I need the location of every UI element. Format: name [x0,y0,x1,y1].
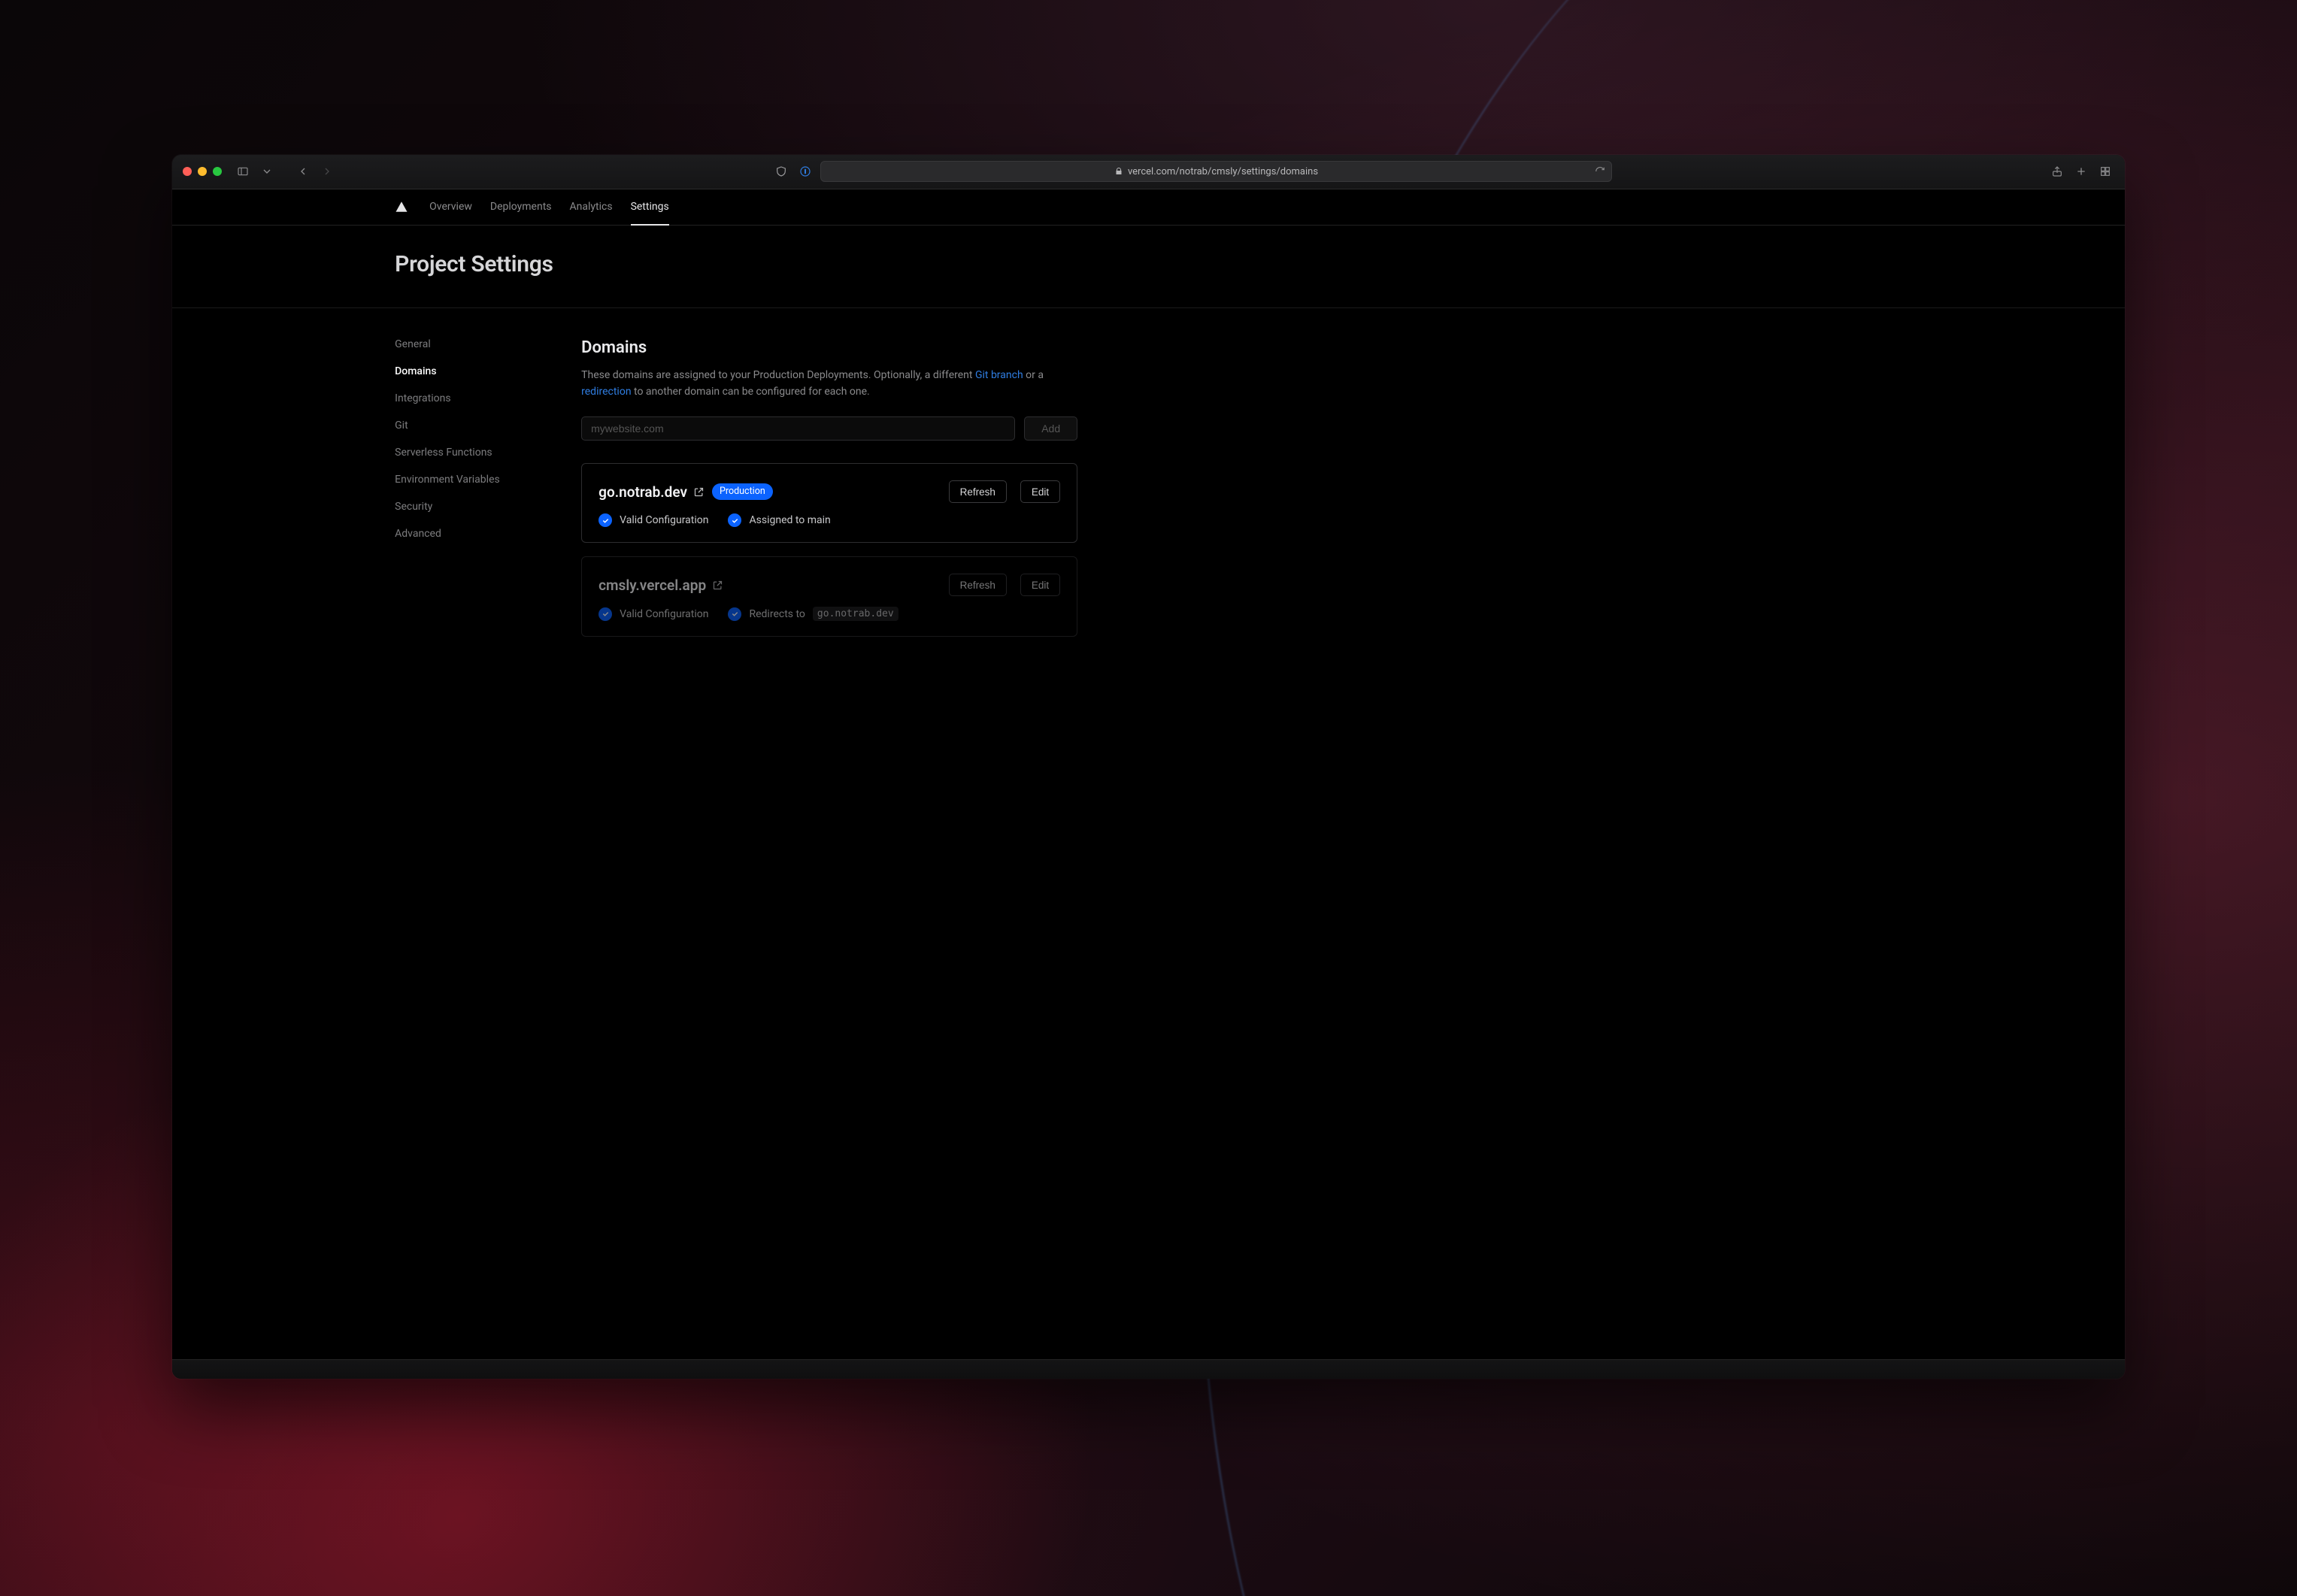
sidenav-integrations[interactable]: Integrations [395,392,545,404]
nav-link-deployments[interactable]: Deployments [490,189,552,226]
refresh-domain-button[interactable]: Refresh [949,480,1007,503]
check-circle-icon [728,607,741,621]
check-circle-icon [728,513,741,527]
domain-card: go.notrab.dev Production Refresh Edit Va… [581,463,1077,543]
domain-name-link[interactable]: cmsly.vercel.app [598,577,723,594]
external-link-icon [693,486,705,498]
settings-content: General Domains Integrations Git Serverl… [172,308,2125,692]
window-close-button[interactable] [183,167,192,176]
domain-status-row: Valid Configuration Assigned to main [598,513,1060,527]
sidebar-toggle-button[interactable] [234,162,252,180]
check-circle-icon [598,607,612,621]
sidenav-domains[interactable]: Domains [395,365,545,377]
browser-titlebar: vercel.com/notrab/cmsly/settings/domains [172,155,2125,189]
production-badge: Production [712,483,773,500]
status-redirects-to: Redirects to go.notrab.dev [728,607,898,621]
url-text: vercel.com/notrab/cmsly/settings/domains [1128,166,1318,177]
sidenav-security[interactable]: Security [395,501,545,513]
nav-back-button[interactable] [294,162,312,180]
sidenav-general[interactable]: General [395,338,545,350]
sidenav-serverless-functions[interactable]: Serverless Functions [395,447,545,459]
add-domain-button[interactable]: Add [1024,416,1077,441]
redirection-link[interactable]: redirection [581,386,631,398]
privacy-shield-icon[interactable] [772,162,790,180]
edit-domain-button[interactable]: Edit [1020,480,1060,503]
section-description: These domains are assigned to your Produ… [581,368,1077,400]
window-footer [172,1359,2125,1379]
domain-card: cmsly.vercel.app Refresh Edit Valid Conf… [581,556,1077,637]
lock-icon [1114,167,1123,176]
new-tab-button[interactable] [2072,162,2090,180]
status-valid-configuration: Valid Configuration [598,513,708,527]
domain-status-row: Valid Configuration Redirects to go.notr… [598,607,1060,621]
sidebar-menu-chevron-icon[interactable] [258,162,276,180]
nav-link-settings[interactable]: Settings [631,189,669,226]
page-body: Overview Deployments Analytics Settings … [172,189,2125,1359]
nav-link-analytics[interactable]: Analytics [570,189,613,226]
page-title: Project Settings [395,251,1902,277]
share-button[interactable] [2048,162,2066,180]
nav-link-overview[interactable]: Overview [429,189,472,226]
section-heading: Domains [581,338,1077,357]
nav-forward-button[interactable] [318,162,336,180]
project-top-nav: Overview Deployments Analytics Settings [172,189,2125,226]
reload-icon[interactable] [1595,166,1605,177]
domain-input[interactable] [581,416,1015,441]
sidenav-environment-variables[interactable]: Environment Variables [395,474,545,486]
window-traffic-lights [183,167,222,176]
domain-card-header: cmsly.vercel.app Refresh Edit [598,574,1060,596]
domain-name-link[interactable]: go.notrab.dev [598,483,705,501]
vercel-logo-icon[interactable] [395,189,408,225]
check-circle-icon [598,513,612,527]
add-domain-row: Add [581,416,1077,441]
refresh-domain-button[interactable]: Refresh [949,574,1007,596]
external-link-icon [712,580,723,591]
browser-window: vercel.com/notrab/cmsly/settings/domains… [172,155,2125,1379]
status-valid-configuration: Valid Configuration [598,607,708,621]
tab-overview-button[interactable] [2096,162,2114,180]
settings-side-nav: General Domains Integrations Git Serverl… [395,338,545,650]
password-manager-icon[interactable] [796,162,814,180]
edit-domain-button[interactable]: Edit [1020,574,1060,596]
domain-card-header: go.notrab.dev Production Refresh Edit [598,480,1060,503]
browser-url-bar[interactable]: vercel.com/notrab/cmsly/settings/domains [820,161,1612,182]
git-branch-link[interactable]: Git branch [975,369,1023,381]
redirect-target-code: go.notrab.dev [813,607,898,621]
window-zoom-button[interactable] [213,167,222,176]
page-header: Project Settings [172,226,2125,308]
sidenav-advanced[interactable]: Advanced [395,528,545,540]
status-assigned: Assigned to main [728,513,830,527]
settings-main: Domains These domains are assigned to yo… [581,338,1077,650]
window-minimize-button[interactable] [198,167,207,176]
sidenav-git[interactable]: Git [395,419,545,432]
